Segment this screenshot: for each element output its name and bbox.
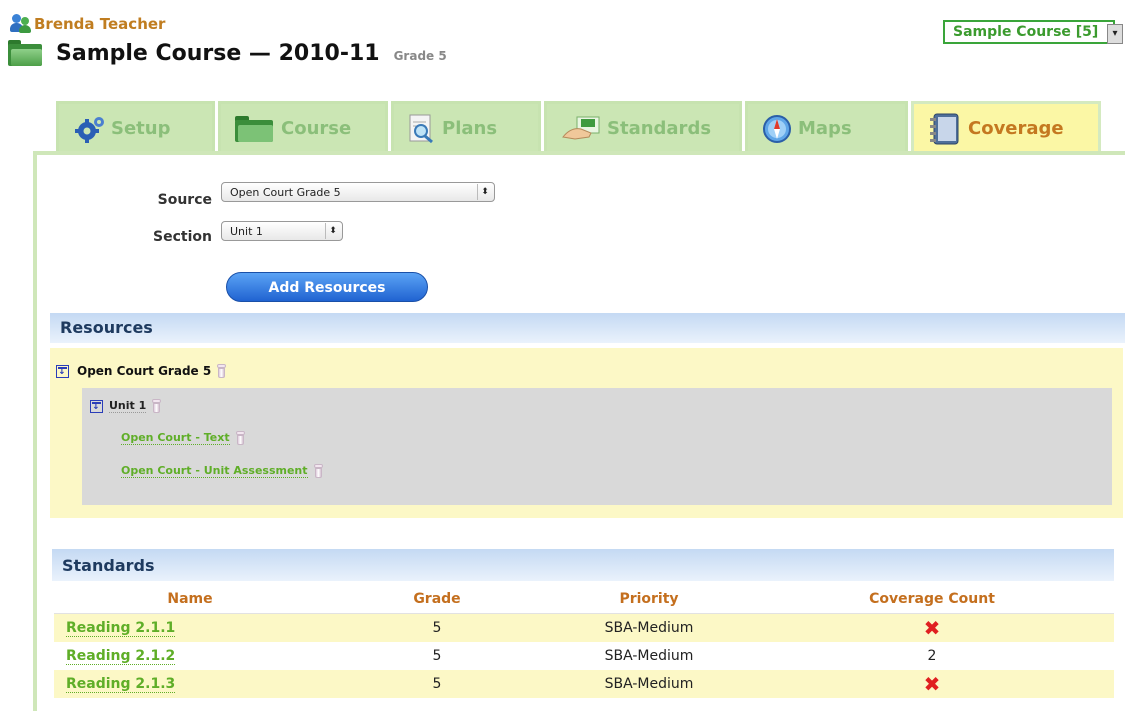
binder-icon: [930, 113, 959, 144]
standard-link[interactable]: Reading 2.1.2: [66, 648, 176, 665]
tab-course[interactable]: Course: [218, 101, 388, 153]
hand-card-icon: [562, 116, 600, 140]
not-covered-icon: ✖: [923, 615, 941, 640]
tab-setup-label: Setup: [111, 118, 171, 139]
tab-coverage-label: Coverage: [968, 118, 1064, 139]
users-icon: [10, 14, 32, 34]
coverage-count-cell: 2: [927, 648, 937, 664]
tab-standards[interactable]: Standards: [544, 101, 742, 153]
add-resources-button[interactable]: Add Resources: [226, 272, 428, 302]
standards-heading: Standards: [52, 549, 1114, 581]
section-select[interactable]: Unit 1 ⬍: [221, 221, 343, 241]
resource-link[interactable]: Open Court - Text: [121, 431, 230, 445]
section-select-value: Unit 1: [230, 224, 263, 238]
tab-plans[interactable]: Plans: [391, 101, 541, 153]
resource-unit: Unit 1: [90, 399, 162, 413]
course-title-row: Sample Course — 2010-11 Grade 5: [8, 40, 447, 66]
trash-icon[interactable]: [152, 399, 162, 413]
compass-icon: [763, 114, 791, 143]
resource-root: Open Court Grade 5: [56, 364, 227, 378]
section-label: Section: [153, 229, 212, 245]
tab-coverage[interactable]: Coverage: [911, 101, 1101, 153]
standards-table: Name Grade Priority Coverage Count Readi…: [54, 584, 1114, 698]
resource-item: Open Court - Unit Assessment: [121, 464, 323, 478]
grade-cell: 5: [326, 670, 548, 698]
priority-cell: SBA-Medium: [548, 613, 750, 642]
column-header-name[interactable]: Name: [54, 584, 326, 614]
tab-setup[interactable]: Setup: [56, 101, 215, 153]
resource-item: Open Court - Text: [121, 431, 245, 445]
resource-root-label: Open Court Grade 5: [77, 364, 212, 378]
course-selector-value: Sample Course [5]: [953, 24, 1099, 40]
user-header: Brenda Teacher: [10, 12, 165, 36]
user-name[interactable]: Brenda Teacher: [34, 15, 165, 33]
magnifier-doc-icon: [409, 114, 433, 143]
resource-unit-label: Unit 1: [109, 399, 147, 413]
select-arrows-icon: ⬍: [477, 184, 492, 200]
folder-icon: [235, 115, 273, 142]
tab-standards-label: Standards: [607, 118, 712, 139]
table-row: Reading 2.1.1 5 SBA-Medium ✖: [54, 613, 1114, 642]
standard-link[interactable]: Reading 2.1.1: [66, 620, 176, 637]
folder-icon: [8, 40, 42, 66]
tab-course-label: Course: [281, 118, 352, 139]
source-select[interactable]: Open Court Grade 5 ⬍: [221, 182, 495, 202]
grade-cell: 5: [326, 613, 548, 642]
table-row: Reading 2.1.2 5 SBA-Medium 2: [54, 642, 1114, 670]
column-header-coverage[interactable]: Coverage Count: [750, 584, 1114, 614]
chevron-down-icon[interactable]: ▾: [1107, 24, 1123, 44]
tab-maps-label: Maps: [798, 118, 852, 139]
collapse-icon[interactable]: [56, 364, 69, 378]
source-label: Source: [157, 192, 212, 208]
column-header-grade[interactable]: Grade: [326, 584, 548, 614]
page-title: Sample Course — 2010-11: [56, 41, 380, 66]
column-header-priority[interactable]: Priority: [548, 584, 750, 614]
tab-maps[interactable]: Maps: [745, 101, 908, 153]
trash-icon[interactable]: [235, 431, 245, 445]
resources-heading: Resources: [50, 313, 1125, 343]
priority-cell: SBA-Medium: [604, 648, 694, 664]
select-arrows-icon: ⬍: [325, 223, 340, 239]
grade-label: Grade 5: [393, 49, 447, 63]
grade-cell: 5: [432, 648, 442, 664]
not-covered-icon: ✖: [923, 671, 941, 696]
tab-plans-label: Plans: [442, 118, 498, 139]
priority-cell: SBA-Medium: [548, 670, 750, 698]
collapse-icon[interactable]: [90, 399, 103, 413]
source-select-value: Open Court Grade 5: [230, 185, 341, 199]
gear-icon: [75, 116, 104, 143]
trash-icon[interactable]: [313, 464, 323, 478]
course-selector[interactable]: Sample Course [5] ▾: [943, 20, 1123, 44]
table-row: Reading 2.1.3 5 SBA-Medium ✖: [54, 670, 1114, 698]
unit-box: [82, 388, 1112, 505]
trash-icon[interactable]: [217, 364, 227, 378]
table-header-row: Name Grade Priority Coverage Count: [54, 584, 1114, 614]
standard-link[interactable]: Reading 2.1.3: [66, 676, 176, 693]
resource-link[interactable]: Open Court - Unit Assessment: [121, 464, 308, 478]
